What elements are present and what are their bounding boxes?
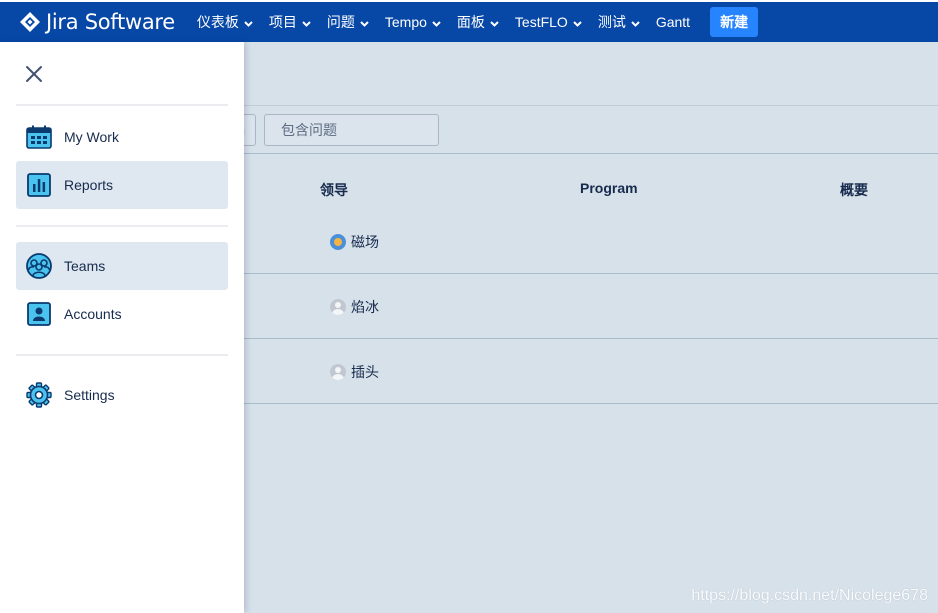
nav-issues[interactable]: 问题 [319,1,377,43]
drawer-item-label: My Work [64,129,119,145]
nav-label: 面板 [456,14,485,30]
avatar [330,364,346,380]
divider [244,105,938,106]
drawer-item-teams[interactable]: Teams [16,242,228,290]
nav-gantt[interactable]: Gantt [648,1,698,43]
nav-label: TestFLO [514,14,568,30]
product-name: Jira Software [46,10,175,34]
calendar-icon [26,124,52,150]
watermark: https://blog.csdn.net/Nicolege678 [691,587,928,604]
drawer-divider [16,354,228,356]
chevron-down-icon [490,14,499,30]
drawer-item-label: Settings [64,387,115,403]
column-header-program[interactable]: Program [580,180,638,196]
lead-name: 磁场 [351,234,379,250]
filter-placeholder: 包含问题 [281,122,337,138]
table-row-lead[interactable]: 磁场 [330,232,379,252]
nav-label: 项目 [268,14,297,30]
table-row-lead[interactable]: 焰冰 [330,297,379,317]
contains-issue-filter[interactable]: 包含问题 [264,114,439,146]
drawer-divider [16,225,228,227]
drawer-divider [16,104,228,106]
nav-boards[interactable]: 面板 [449,1,507,43]
row-divider [244,338,938,339]
team-icon [26,253,52,279]
nav-label: 问题 [326,14,355,30]
gear-icon [26,382,52,408]
account-icon [26,301,52,327]
top-navigation: Jira Software 仪表板 项目 问题 Tempo 面板 TestFLO… [0,0,938,42]
drawer-item-label: Accounts [64,306,122,322]
jira-logo[interactable]: Jira Software [20,10,175,34]
drawer-item-label: Teams [64,258,106,274]
drawer-item-my-work[interactable]: My Work [16,113,228,161]
drawer-item-reports[interactable]: Reports [16,161,228,209]
row-divider [244,403,938,404]
chevron-down-icon [360,14,369,30]
drawer-item-accounts[interactable]: Accounts [16,290,228,338]
nav-dashboards[interactable]: 仪表板 [189,1,261,43]
table-row-lead[interactable]: 插头 [330,362,379,382]
lead-name: 插头 [351,364,379,380]
nav-label: 测试 [597,14,626,30]
drawer-item-label: Reports [64,177,114,193]
row-divider [244,273,938,274]
nav-label: 仪表板 [196,14,239,30]
drawer-item-settings[interactable]: Settings [16,371,228,419]
nav-tests[interactable]: 测试 [590,1,648,43]
close-icon [26,66,42,82]
chart-icon [26,172,52,198]
close-button[interactable] [24,64,44,84]
avatar [330,234,346,250]
lead-name: 焰冰 [351,299,379,315]
column-header-lead[interactable]: 领导 [320,180,348,200]
chevron-down-icon [302,14,311,30]
chevron-down-icon [631,14,640,30]
nav-projects[interactable]: 项目 [261,1,319,43]
jira-diamond-icon [20,12,40,32]
create-button[interactable]: 新建 [710,7,759,37]
background-page: n 包含问题 领导 Program 概要 磁场 焰冰 插头 https://bl… [234,42,938,613]
chevron-down-icon [244,14,253,30]
nav-testflo[interactable]: TestFLO [507,1,590,43]
side-drawer: My Work Reports Teams Accounts Settings [0,42,244,613]
chevron-down-icon [432,14,441,30]
nav-tempo[interactable]: Tempo [377,1,449,43]
nav-label: Gantt [655,14,691,30]
divider [244,153,938,154]
column-header-summary[interactable]: 概要 [840,180,868,200]
chevron-down-icon [573,14,582,30]
nav-label: Tempo [384,14,427,30]
avatar [330,299,346,315]
